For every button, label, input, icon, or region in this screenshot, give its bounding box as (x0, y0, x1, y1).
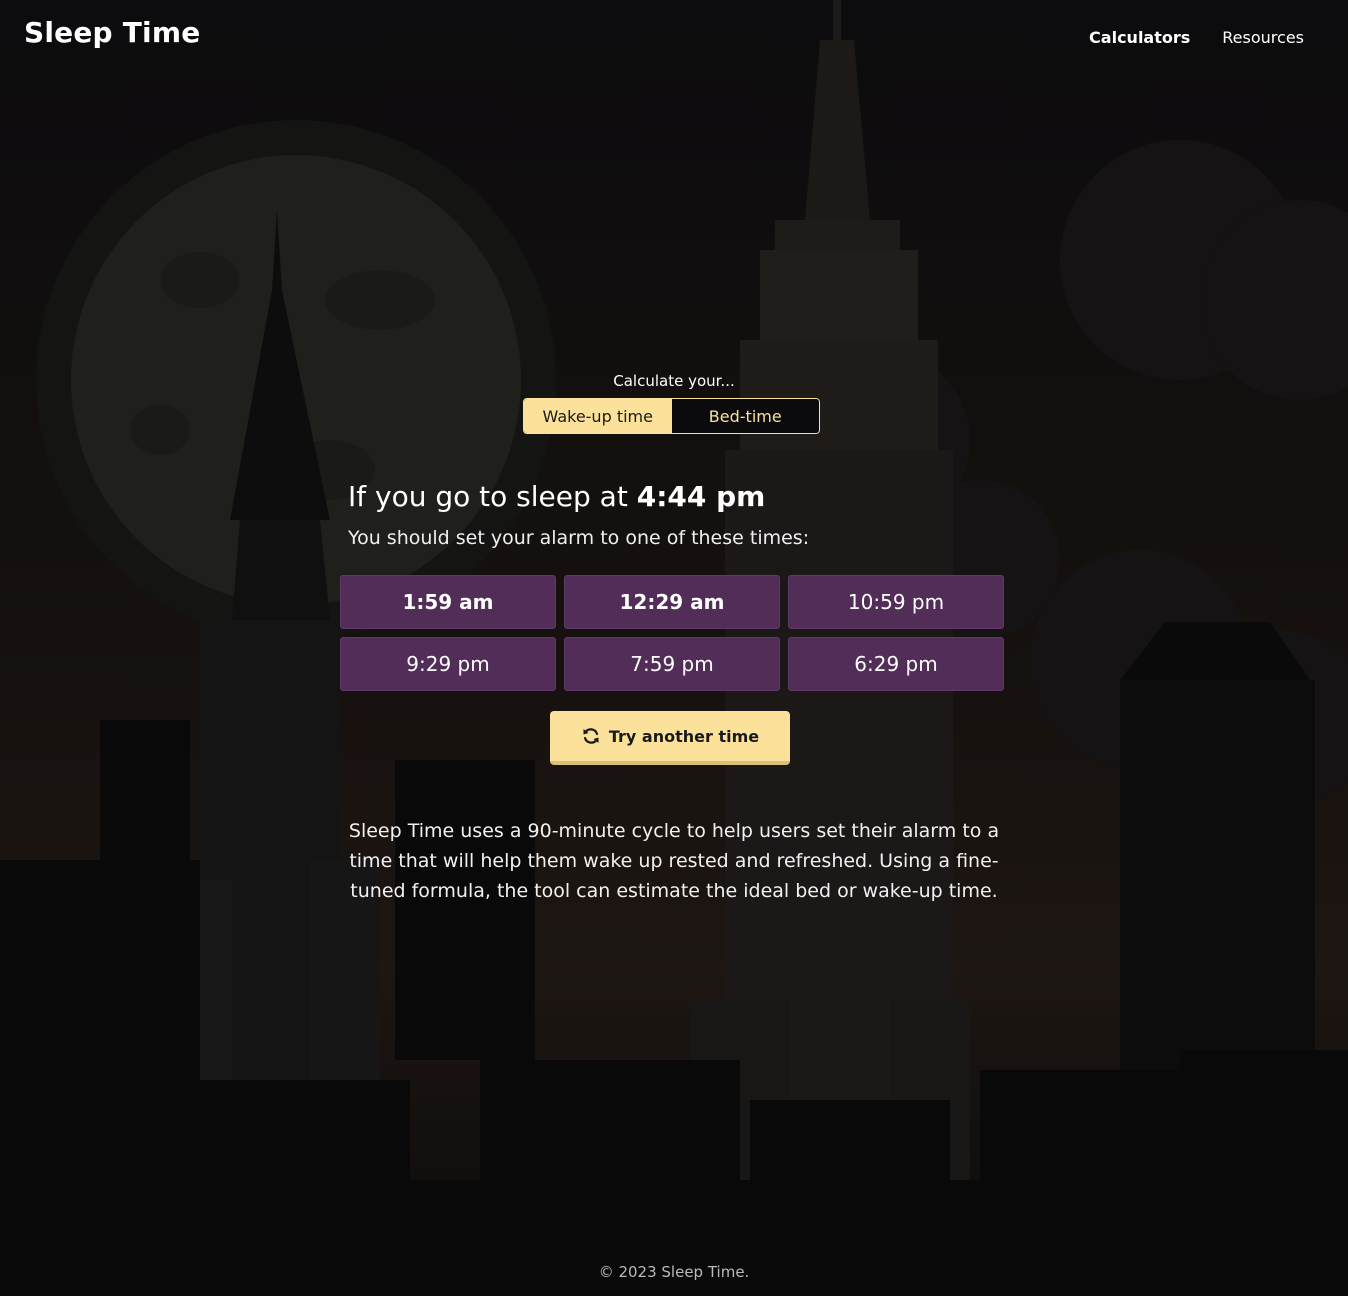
mode-toggle: Wake-up time Bed-time (523, 398, 820, 434)
calculate-prompt: Calculate your... (613, 372, 735, 390)
headline-prefix: If you go to sleep at (348, 480, 628, 513)
nav-calculators[interactable]: Calculators (1089, 28, 1190, 47)
description-text: Sleep Time uses a 90-minute cycle to hel… (348, 820, 1000, 902)
right-tower (1120, 622, 1315, 1080)
try-another-time-label: Try another time (608, 726, 760, 746)
alarm-time-button[interactable]: 6:29 pm (788, 637, 1004, 691)
alarm-time-button[interactable]: 1:59 am (340, 575, 556, 629)
sleep-time-value: 4:44 pm (636, 480, 766, 513)
site-logo[interactable]: Sleep Time (24, 16, 200, 49)
alarm-time-button[interactable]: 9:29 pm (340, 637, 556, 691)
result-headline: If you go to sleep at 4:44 pm (348, 480, 765, 513)
nav-resources[interactable]: Resources (1222, 28, 1304, 47)
refresh-icon (583, 728, 599, 744)
alarm-time-button[interactable]: 10:59 pm (788, 575, 1004, 629)
footer-copyright: © 2023 Sleep Time. (598, 1263, 750, 1281)
mode-wake-up-time[interactable]: Wake-up time (524, 399, 672, 433)
main-nav: Calculators Resources (1089, 28, 1304, 47)
try-another-time-button[interactable]: Try another time (550, 711, 790, 765)
alarm-time-button[interactable]: 12:29 am (564, 575, 780, 629)
mode-bed-time[interactable]: Bed-time (671, 399, 819, 433)
alarm-times-grid: 1:59 am 12:29 am 10:59 pm 9:29 pm 7:59 p… (340, 575, 1004, 691)
alarm-time-button[interactable]: 7:59 pm (564, 637, 780, 691)
result-subline: You should set your alarm to one of thes… (348, 527, 810, 549)
